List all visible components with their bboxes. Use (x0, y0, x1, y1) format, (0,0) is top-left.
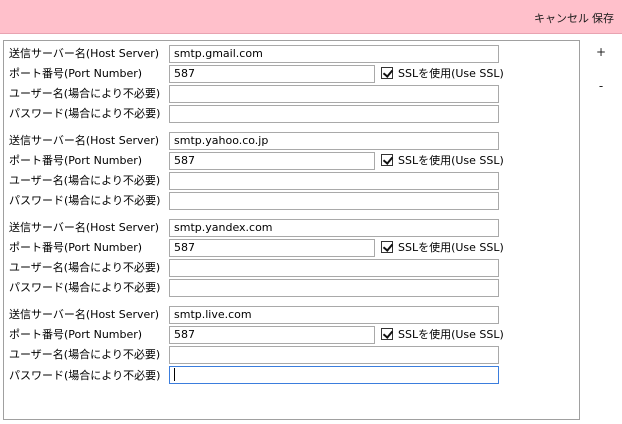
host-label: 送信サーバー名(Host Server) (9, 47, 160, 60)
ssl-checkbox[interactable]: SSLを使用(Use SSL) (381, 151, 504, 169)
port-field[interactable]: 587 (169, 152, 375, 170)
host-field[interactable]: smtp.live.com (169, 306, 499, 324)
user-field[interactable] (169, 346, 499, 364)
host-label: 送信サーバー名(Host Server) (9, 221, 160, 234)
text-caret (174, 367, 175, 381)
port-label: ポート番号(Port Number) (9, 67, 143, 80)
ssl-checkbox[interactable]: SSLを使用(Use SSL) (381, 64, 504, 82)
add-server-button[interactable]: + (593, 45, 609, 59)
top-toolbar: キャンセル 保存 (0, 0, 622, 34)
remove-server-button[interactable]: - (593, 79, 609, 93)
ssl-checkbox[interactable]: SSLを使用(Use SSL) (381, 325, 504, 343)
user-field[interactable] (169, 259, 499, 277)
checkbox-checked-icon[interactable] (381, 241, 393, 253)
host-field[interactable]: smtp.yahoo.co.jp (169, 132, 499, 150)
password-field[interactable] (169, 279, 499, 297)
password-label: パスワード(場合により不必要) (9, 369, 161, 382)
checkbox-checked-icon[interactable] (381, 154, 393, 166)
ssl-label: SSLを使用(Use SSL) (398, 67, 504, 80)
user-label: ユーザー名(場合により不必要) (9, 87, 161, 100)
user-field[interactable] (169, 172, 499, 190)
host-field[interactable]: smtp.yandex.com (169, 219, 499, 237)
user-field[interactable] (169, 85, 499, 103)
host-field[interactable]: smtp.gmail.com (169, 45, 499, 63)
ssl-label: SSLを使用(Use SSL) (398, 241, 504, 254)
ssl-label: SSLを使用(Use SSL) (398, 154, 504, 167)
password-label: パスワード(場合により不必要) (9, 281, 161, 294)
ssl-checkbox[interactable]: SSLを使用(Use SSL) (381, 238, 504, 256)
user-label: ユーザー名(場合により不必要) (9, 261, 161, 274)
port-label: ポート番号(Port Number) (9, 328, 143, 341)
port-field[interactable]: 587 (169, 239, 375, 257)
password-label: パスワード(場合により不必要) (9, 107, 161, 120)
checkbox-checked-icon[interactable] (381, 328, 393, 340)
password-field[interactable] (169, 192, 499, 210)
checkbox-checked-icon[interactable] (381, 67, 393, 79)
ssl-label: SSLを使用(Use SSL) (398, 328, 504, 341)
password-field[interactable] (169, 105, 499, 123)
user-label: ユーザー名(場合により不必要) (9, 348, 161, 361)
host-label: 送信サーバー名(Host Server) (9, 308, 160, 321)
port-label: ポート番号(Port Number) (9, 241, 143, 254)
password-label: パスワード(場合により不必要) (9, 194, 161, 207)
save-button[interactable]: 保存 (592, 10, 614, 26)
host-label: 送信サーバー名(Host Server) (9, 134, 160, 147)
port-label: ポート番号(Port Number) (9, 154, 143, 167)
port-field[interactable]: 587 (169, 65, 375, 83)
cancel-button[interactable]: キャンセル (534, 10, 589, 26)
port-field[interactable]: 587 (169, 326, 375, 344)
password-field[interactable] (169, 366, 499, 384)
user-label: ユーザー名(場合により不必要) (9, 174, 161, 187)
